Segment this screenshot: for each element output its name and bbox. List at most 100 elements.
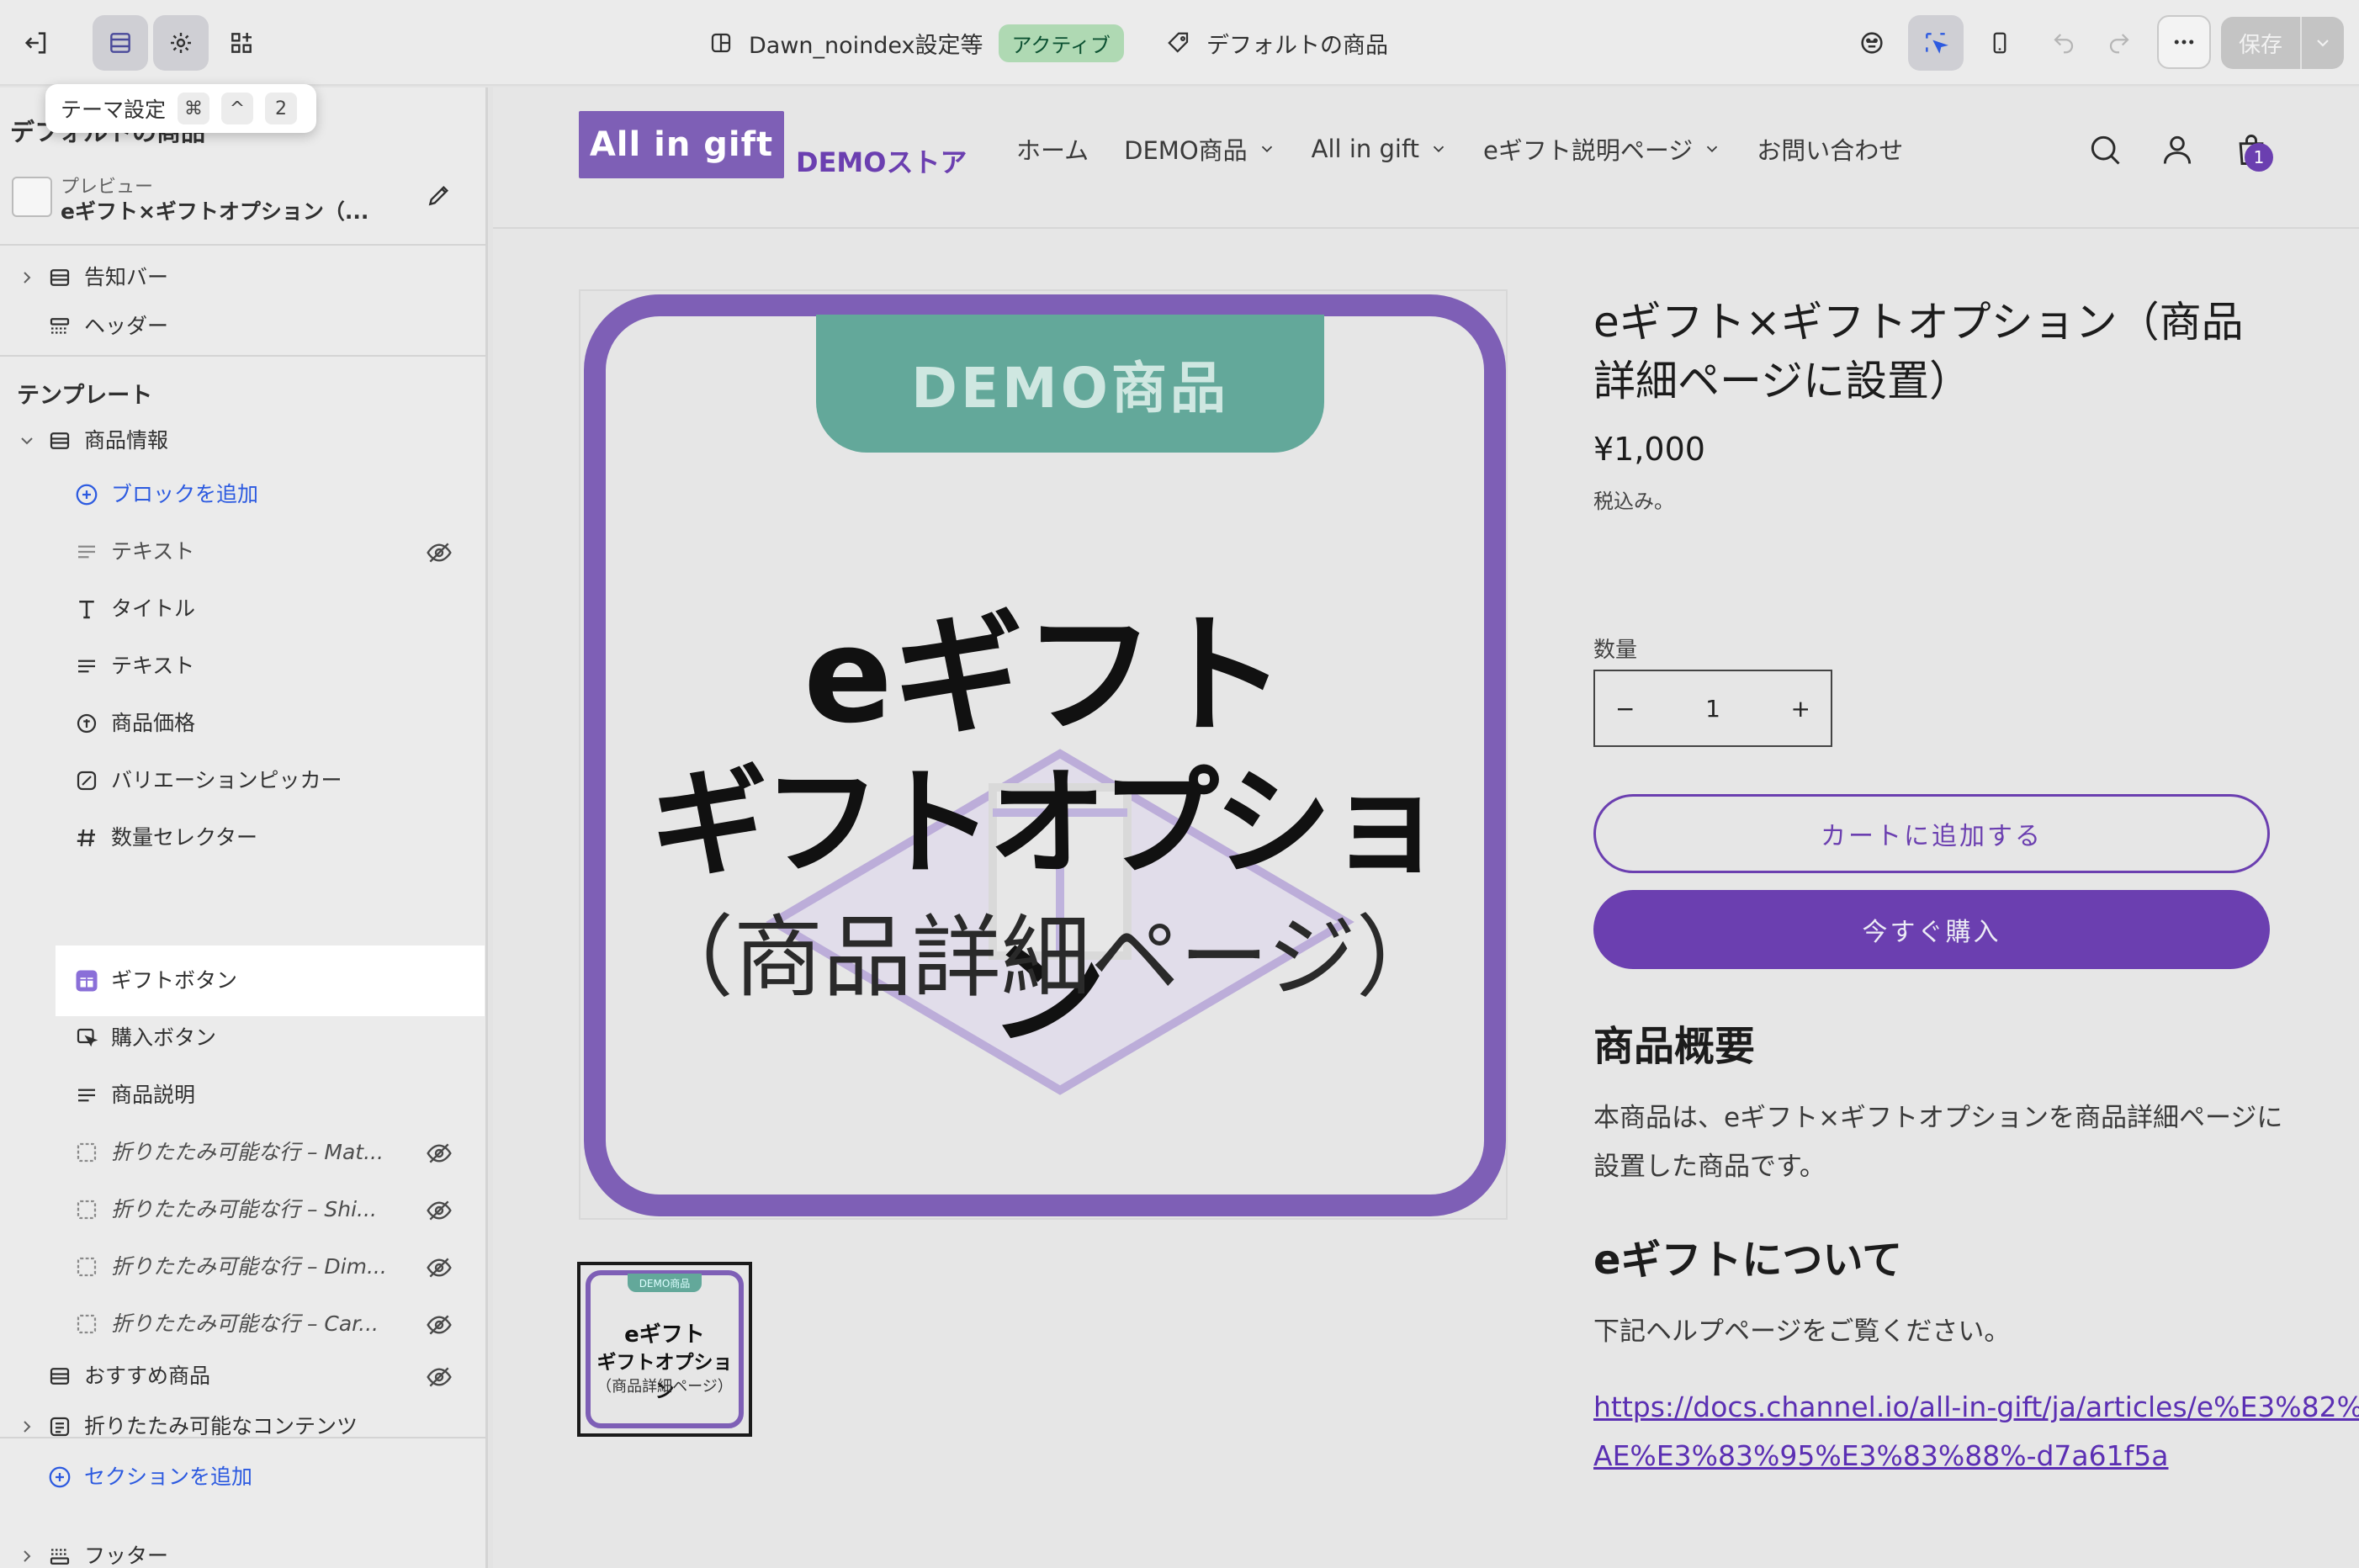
- eye-off-icon[interactable]: [426, 1311, 453, 1338]
- sidebar-item-product-info[interactable]: 商品情報: [0, 414, 485, 468]
- thumbnail-demo-tab: DEMO商品: [628, 1274, 702, 1292]
- chevron-right-icon[interactable]: [17, 1417, 37, 1437]
- block-item-text-2[interactable]: テキスト: [0, 639, 485, 693]
- sidebar-item-collapsible-content[interactable]: 折りたたみ可能なコンテンツ: [0, 1400, 485, 1454]
- block-item-buy-button[interactable]: 購入ボタン: [0, 1011, 485, 1065]
- gear-icon: [171, 33, 191, 53]
- product-title: eギフト×ギフトオプション（商品詳細ページに設置）: [1593, 298, 2244, 405]
- nav-label: ホーム: [1016, 136, 1089, 165]
- quantity-decrease-button[interactable]: −: [1615, 695, 1635, 723]
- sidebar-item-footer[interactable]: フッター: [0, 1529, 485, 1568]
- product-thumbnail[interactable]: DEMO商品 eギフト ギフトオプション （商品詳細ページ）: [577, 1262, 752, 1437]
- price-tag-icon: [74, 711, 99, 736]
- theme-selector[interactable]: Dawn_noindex設定等 アクティブ: [708, 24, 1124, 62]
- block-item-description[interactable]: 商品説明: [0, 1068, 485, 1122]
- chevron-down-icon: [1707, 146, 1718, 153]
- block-label: 折りたたみ可能な行 – Shi...: [111, 1197, 377, 1221]
- egift-help-link[interactable]: https://docs.channel.io/all-in-gift/ja/a…: [1593, 1383, 2359, 1481]
- store-account-button[interactable]: [2155, 124, 2199, 175]
- overview-heading: 商品概要: [1593, 1023, 1756, 1070]
- block-item-collapsible-dim[interactable]: 折りたたみ可能な行 – Dim...: [0, 1240, 485, 1294]
- nav-item-demo-products[interactable]: DEMO商品: [1124, 131, 1276, 167]
- edit-preview-button[interactable]: [426, 182, 453, 212]
- template-selector[interactable]: デフォルトの商品: [1166, 24, 1388, 62]
- sections-tab-button[interactable]: [93, 15, 148, 71]
- exit-button[interactable]: [8, 15, 64, 71]
- add-block-label: ブロックを追加: [111, 482, 259, 506]
- block-label: バリエーションピッカー: [111, 768, 342, 792]
- sidebar-item-recommended-products[interactable]: おすすめ商品: [0, 1349, 485, 1403]
- inspector-icon: [1861, 32, 1883, 54]
- shortcut-key-2: 2: [265, 93, 298, 124]
- eye-off-icon[interactable]: [426, 539, 453, 566]
- redo-button[interactable]: [2091, 15, 2147, 71]
- ellipsis-icon: [2174, 40, 2194, 45]
- nav-item-all-in-gift[interactable]: All in gift: [1312, 135, 1448, 163]
- add-block-button[interactable]: ブロックを追加: [0, 468, 485, 522]
- tooltip-label: テーマ設定: [61, 98, 167, 122]
- gift-option-heading: ギフトオプションについて: [1593, 1556, 2077, 1568]
- quantity-input[interactable]: 1: [1705, 695, 1720, 723]
- shortcut-key-cmd: ⌘: [178, 93, 210, 124]
- preview-product-name: eギフト×ギフトオプション（...: [61, 199, 369, 224]
- template-name: デフォルトの商品: [1206, 32, 1388, 59]
- store-search-button[interactable]: [2083, 124, 2127, 175]
- section-icon: [47, 1364, 72, 1389]
- header-section-icon: [47, 314, 72, 339]
- nav-item-home[interactable]: ホーム: [1016, 131, 1089, 167]
- add-to-cart-button[interactable]: カートに追加する: [1593, 794, 2270, 873]
- sidebar-item-label: 商品情報: [84, 428, 169, 453]
- store-logo[interactable]: All in gift: [579, 111, 784, 178]
- eye-off-icon[interactable]: [426, 1364, 453, 1391]
- theme-settings-button[interactable]: [153, 15, 209, 71]
- inspector-button[interactable]: [1844, 15, 1900, 71]
- product-main-image[interactable]: DEMO商品 eギフト ギフトオプション （商品詳細ページ）: [579, 289, 1508, 1220]
- nav-item-egift-guide[interactable]: eギフト説明ページ: [1483, 131, 1721, 167]
- chevron-right-icon[interactable]: [17, 1546, 37, 1566]
- user-icon: [2163, 135, 2192, 164]
- hero-demo-tab: DEMO商品: [816, 315, 1324, 453]
- template-heading: テンプレート: [17, 383, 153, 409]
- quantity-increase-button[interactable]: +: [1791, 695, 1810, 723]
- block-item-text[interactable]: テキスト: [0, 525, 485, 579]
- eye-off-icon[interactable]: [426, 1197, 453, 1224]
- block-item-collapsible-mat[interactable]: 折りたたみ可能な行 – Mat...: [0, 1126, 485, 1179]
- sidebar-item-header[interactable]: ヘッダー: [0, 299, 485, 353]
- block-item-quantity-selector[interactable]: 数量セレクター: [0, 811, 485, 865]
- buy-now-button[interactable]: 今すぐ購入: [1593, 890, 2270, 969]
- save-options-button[interactable]: [2302, 33, 2344, 53]
- mobile-view-button[interactable]: [1972, 15, 2028, 71]
- block-item-title[interactable]: タイトル: [0, 582, 485, 636]
- theme-settings-tooltip: テーマ設定 ⌘ ^ 2: [45, 84, 316, 133]
- undo-button[interactable]: [2036, 15, 2091, 71]
- save-button[interactable]: 保存: [2221, 28, 2300, 59]
- store-header: All in gift DEMOストア ホーム DEMO商品 All in gi…: [493, 87, 2359, 229]
- nav-item-contact[interactable]: お問い合わせ: [1757, 131, 1903, 167]
- hero-line-detail-page: （商品詳細ページ）: [644, 906, 1445, 1009]
- block-item-collapsible-car[interactable]: 折りたたみ可能な行 – Car...: [0, 1297, 485, 1351]
- sidebar-item-announcement-bar[interactable]: 告知バー: [0, 251, 485, 305]
- block-item-price[interactable]: 商品価格: [0, 697, 485, 750]
- chevron-right-icon[interactable]: [17, 268, 37, 288]
- block-item-gift-button[interactable]: ギフトボタン: [56, 946, 485, 1016]
- preview-product-selector[interactable]: プレビュー eギフト×ギフトオプション（...: [10, 168, 478, 236]
- shortcut-key-ctrl: ^: [221, 93, 254, 124]
- sidebar-item-label: 告知バー: [84, 265, 169, 289]
- gift-app-icon: [74, 968, 99, 993]
- block-label: テキスト: [111, 539, 195, 564]
- store-logo-text: All in gift: [589, 125, 774, 164]
- eye-off-icon[interactable]: [426, 1140, 453, 1167]
- apps-button[interactable]: [214, 15, 269, 71]
- block-item-variant-picker[interactable]: バリエーションピッカー: [0, 754, 485, 808]
- thumbnail-frame: DEMO商品 eギフト ギフトオプション （商品詳細ページ）: [586, 1270, 744, 1428]
- redo-icon: [2109, 34, 2129, 54]
- block-item-collapsible-shi[interactable]: 折りたたみ可能な行 – Shi...: [0, 1183, 485, 1237]
- chevron-down-icon[interactable]: [17, 431, 37, 451]
- more-actions-button[interactable]: [2157, 15, 2211, 69]
- eye-off-icon[interactable]: [426, 1254, 453, 1281]
- select-mode-button[interactable]: [1908, 15, 1964, 71]
- thumbnail-line-3: （商品詳細ページ）: [596, 1378, 733, 1396]
- chevron-down-icon: [1261, 146, 1272, 153]
- sidebar-item-label: フッター: [84, 1544, 169, 1568]
- add-section-button[interactable]: セクションを追加: [0, 1450, 485, 1504]
